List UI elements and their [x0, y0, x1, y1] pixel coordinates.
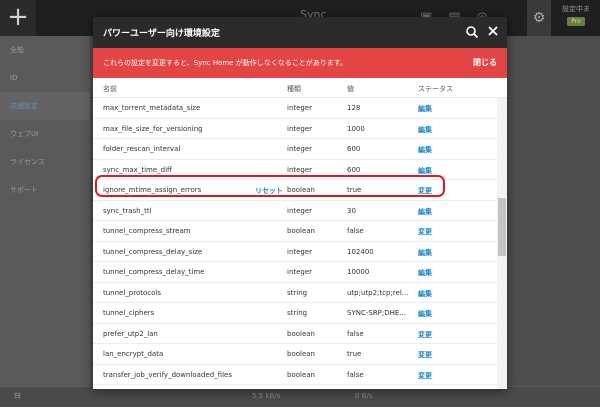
setting-action-link[interactable]: 編集 — [418, 104, 432, 114]
setting-value: false — [347, 370, 364, 379]
highlight-box — [95, 175, 445, 197]
search-icon[interactable] — [465, 25, 479, 39]
setting-value: 600 — [347, 145, 361, 153]
column-value: 値 — [347, 85, 354, 93]
dialog-title: パワーユーザー向け環境設定 — [103, 29, 220, 39]
setting-name: tunnel_compress_stream — [103, 227, 191, 235]
table-row: prefer_utp2_lan boolean false 変更 — [93, 324, 497, 344]
settings-sidebar: 全般 ID 詳細設定 ウェブUI ライセンス サポート — [0, 36, 90, 386]
setting-type: boolean — [287, 350, 315, 358]
setting-action-link[interactable]: 変更 — [418, 330, 432, 340]
setting-value: 128 — [347, 104, 361, 112]
scrollbar[interactable] — [497, 98, 507, 389]
table-row: tunnel_ciphers string SYNC-SRP;DHE... 編集 — [93, 303, 497, 324]
column-status: ステータス — [418, 85, 453, 93]
setting-value: 30 — [347, 206, 356, 215]
setting-value: 1000 — [347, 124, 365, 133]
setting-name: tunnel_compress_delay_time — [103, 268, 205, 276]
settings-table: max_torrent_metadata_size integer 128 編集 max… — [93, 98, 497, 389]
setting-action-link[interactable]: 編集 — [418, 166, 432, 176]
setting-name: transfer_job_verify_downloaded_files — [103, 370, 232, 379]
setting-action-link[interactable]: 編集 — [418, 145, 432, 155]
warning-text: これらの設定を変更すると、Sync Home が動作しなくなることがあります。 — [103, 59, 348, 67]
gear-icon[interactable]: ⚙ — [527, 0, 551, 36]
setting-type: integer — [287, 206, 313, 215]
setting-value: SYNC-SRP;DHE... — [347, 309, 407, 317]
pro-badge: Pro — [567, 17, 585, 26]
setting-value: utp;utp2;tcp;rel... — [347, 288, 409, 297]
setting-type: boolean — [287, 227, 315, 235]
setting-value: false — [347, 329, 364, 338]
sidebar-item-id[interactable]: ID — [0, 64, 90, 92]
column-name: 名前 — [103, 85, 117, 93]
user-label: 設定中ま — [562, 5, 590, 13]
setting-value: 10000 — [347, 268, 370, 276]
upload-rate: 0 B/s — [355, 392, 373, 400]
table-row: folder_rescan_interval integer 600 編集 — [93, 139, 497, 160]
setting-action-link[interactable]: 変更 — [418, 227, 432, 237]
user-profile[interactable]: 設定中ま Pro — [556, 4, 596, 32]
setting-name: sync_trash_ttl — [103, 206, 152, 215]
power-user-preferences-dialog: パワーユーザー向け環境設定 これらの設定を変更すると、Sync Home が動作… — [93, 17, 507, 389]
download-rate: 5.5 kB/s — [252, 392, 281, 400]
setting-name: prefer_utp2_lan — [103, 329, 158, 338]
setting-name: max_file_size_for_versioning — [103, 124, 203, 133]
close-warning-button[interactable]: 閉じる — [473, 57, 497, 68]
table-row: tunnel_compress_delay_time integer 10000 編集 — [93, 262, 497, 283]
dialog-header: パワーユーザー向け環境設定 — [93, 17, 507, 48]
setting-value: 102400 — [347, 247, 374, 256]
warning-banner: これらの設定を変更すると、Sync Home が動作しなくなることがあります。 … — [93, 48, 507, 78]
setting-action-link[interactable]: 変更 — [418, 371, 432, 381]
setting-name: max_torrent_metadata_size — [103, 104, 201, 112]
table-row: max_file_size_for_versioning integer 1000 編… — [93, 119, 497, 139]
table-row: transfer_job_verify_downloaded_files bool… — [93, 365, 497, 385]
scrollbar-thumb[interactable] — [498, 198, 506, 256]
setting-action-link[interactable]: 編集 — [418, 248, 432, 258]
setting-type: integer — [287, 268, 313, 276]
setting-action-link[interactable]: 編集 — [418, 289, 432, 299]
add-folder-button[interactable]: + — [0, 0, 36, 36]
setting-type: string — [287, 309, 308, 317]
setting-name: tunnel_ciphers — [103, 309, 155, 317]
setting-value: 600 — [347, 165, 361, 174]
sidebar-item-license[interactable]: ライセンス — [0, 148, 90, 176]
close-icon[interactable] — [486, 24, 500, 38]
setting-action-link[interactable]: 編集 — [418, 309, 432, 319]
table-row: sync_trash_ttl integer 30 編集 — [93, 201, 497, 221]
table-row: tunnel_compress_stream boolean false 変更 — [93, 221, 497, 242]
table-row: tunnel_compress_delay_size integer 102400 編… — [93, 242, 497, 262]
setting-type: integer — [287, 124, 313, 133]
sidebar-item-advanced[interactable]: 詳細設定 — [0, 92, 90, 120]
sidebar-item-general[interactable]: 全般 — [0, 36, 90, 64]
setting-name: folder_rescan_interval — [103, 145, 181, 153]
setting-type: boolean — [287, 370, 315, 379]
setting-name: tunnel_compress_delay_size — [103, 247, 203, 256]
setting-name: lan_encrypt_data — [103, 350, 164, 358]
setting-action-link[interactable]: 編集 — [418, 125, 432, 135]
table-row: lan_encrypt_data boolean true 変更 — [93, 344, 497, 365]
setting-action-link[interactable]: 変更 — [418, 350, 432, 360]
panel-icon[interactable]: ⊟ — [14, 391, 21, 400]
status-bar: ⊟ 5.5 kB/s 0 B/s — [0, 386, 600, 407]
setting-action-link[interactable]: 編集 — [418, 207, 432, 217]
setting-type: boolean — [287, 329, 315, 338]
setting-type: integer — [287, 247, 313, 256]
setting-name: sync_max_time_diff — [103, 165, 172, 174]
setting-type: string — [287, 288, 308, 297]
sidebar-item-support[interactable]: サポート — [0, 176, 90, 204]
table-row: tunnel_protocols string utp;utp2;tcp;rel..… — [93, 283, 497, 303]
setting-action-link[interactable]: 編集 — [418, 268, 432, 278]
column-type: 種類 — [287, 85, 301, 93]
table-row: max_torrent_metadata_size integer 128 編集 — [93, 98, 497, 119]
table-row: 変更 — [93, 385, 497, 389]
table-header: 名前 種類 値 ステータス — [93, 78, 507, 98]
setting-type: integer — [287, 104, 313, 112]
sidebar-item-webui[interactable]: ウェブUI — [0, 120, 90, 148]
setting-value: true — [347, 350, 362, 358]
setting-name: tunnel_protocols — [103, 288, 162, 297]
setting-type: integer — [287, 165, 313, 174]
setting-type: integer — [287, 145, 313, 153]
setting-value: false — [347, 227, 364, 235]
